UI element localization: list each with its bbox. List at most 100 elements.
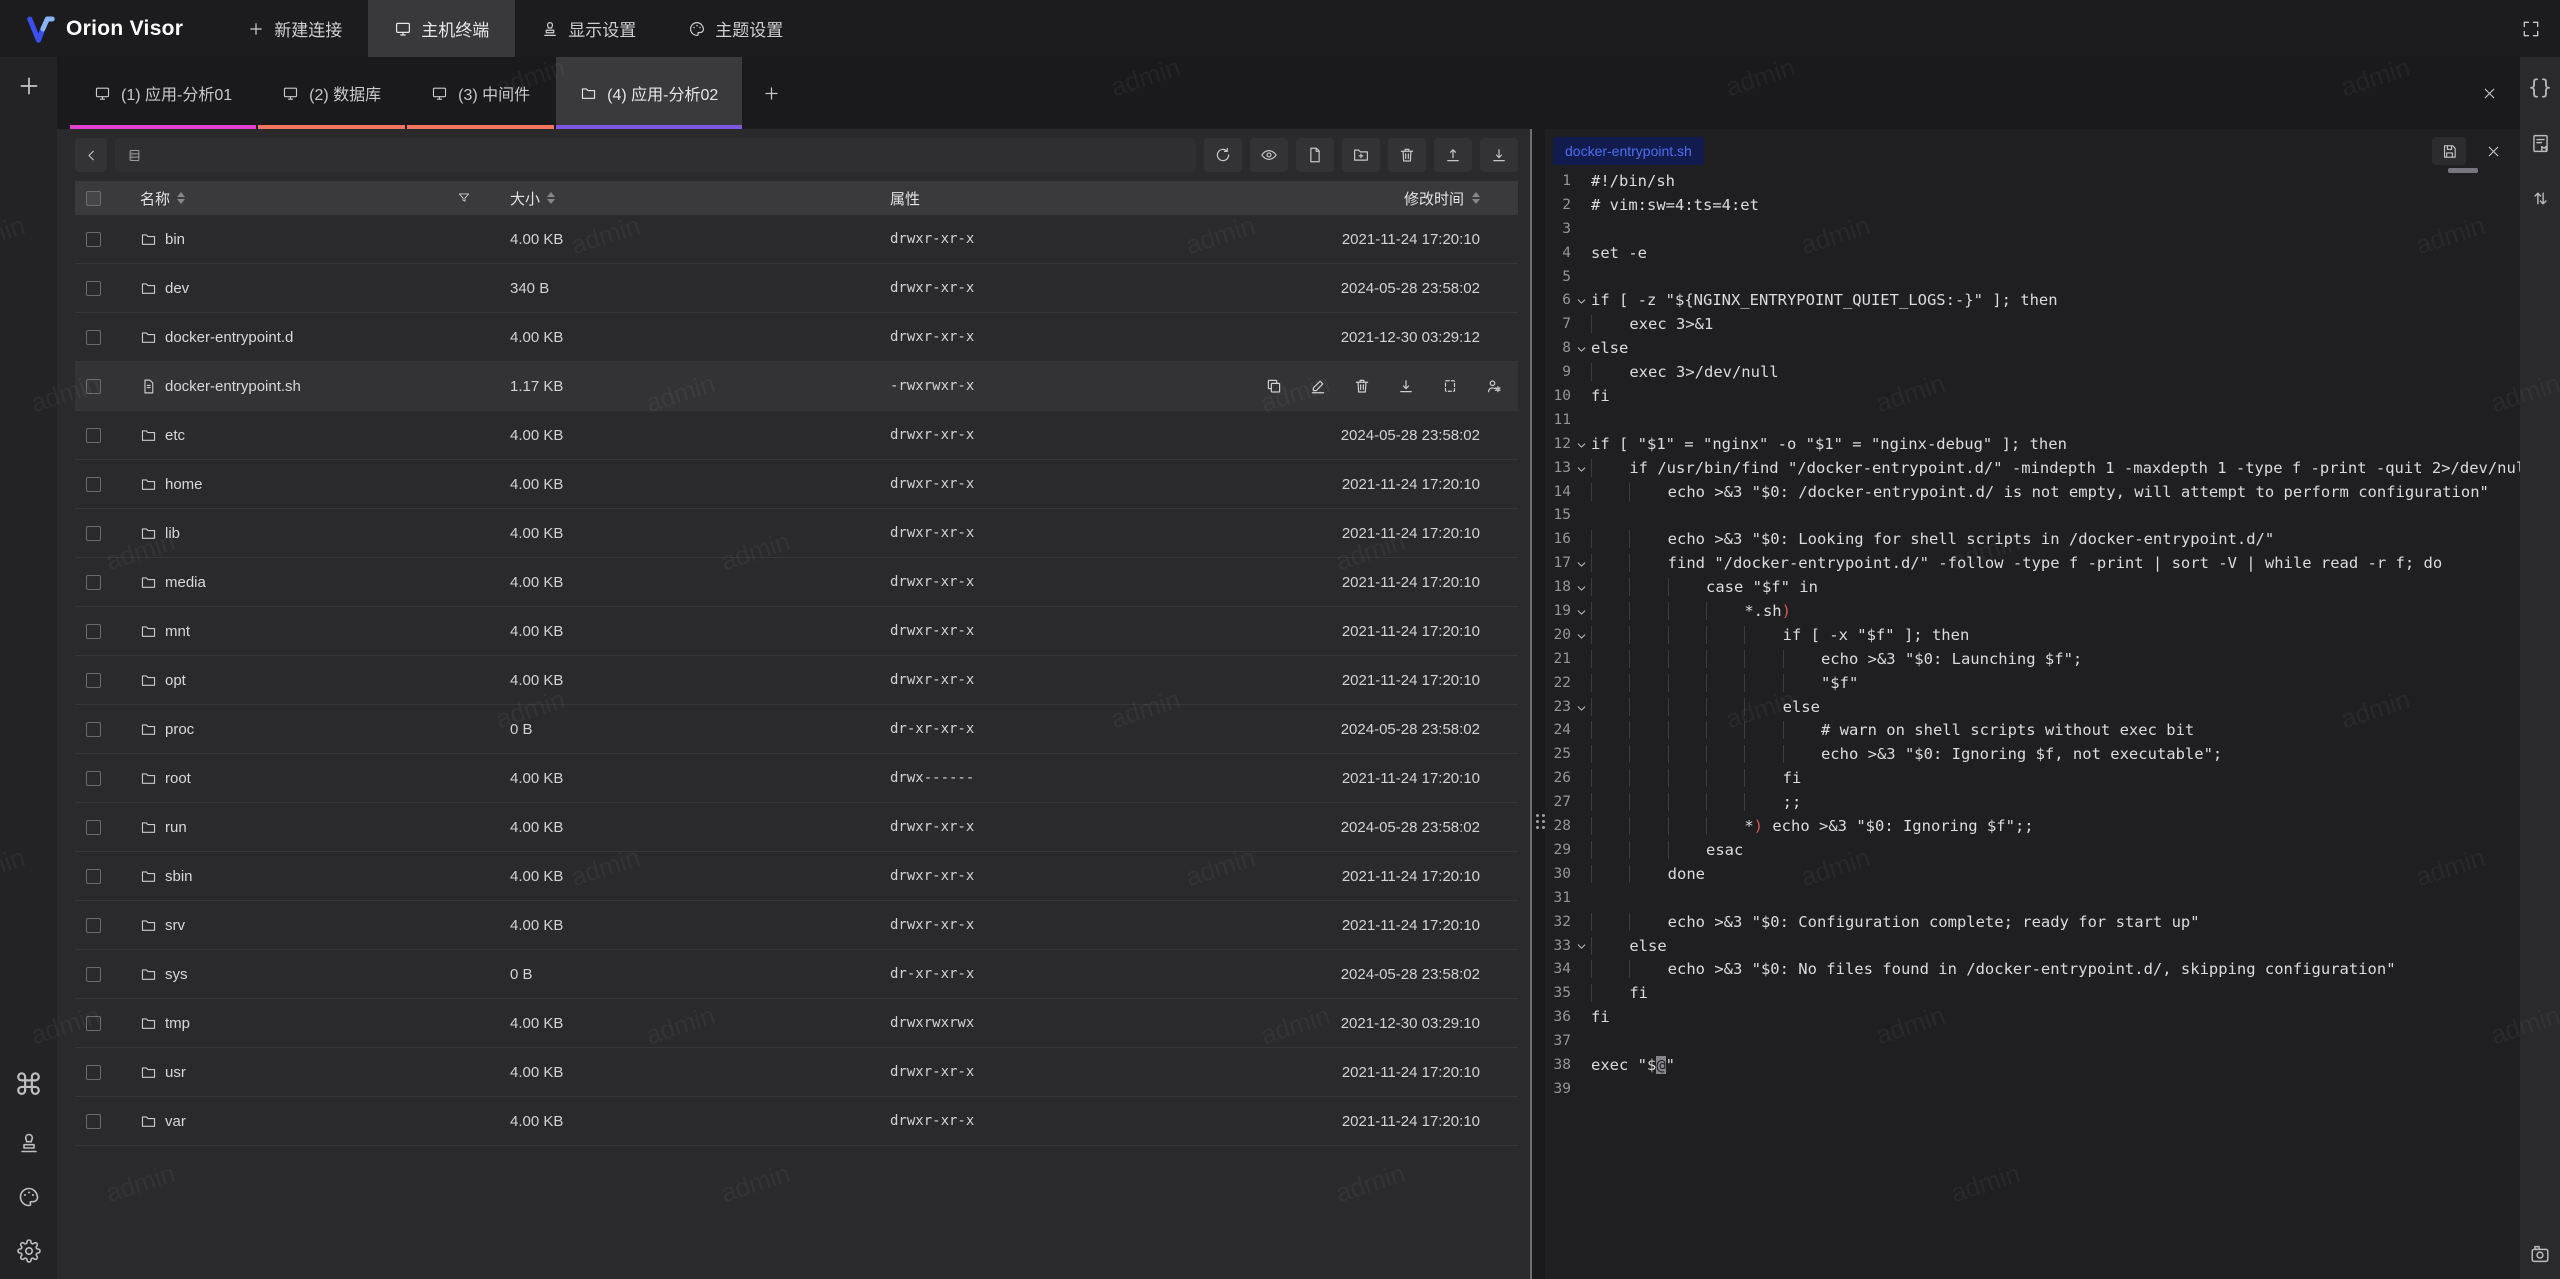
table-row[interactable]: etc4.00 KBdrwxr-xr-x2024-05-28 23:58:02 (75, 411, 1518, 460)
fold-toggle-icon (1571, 648, 1591, 672)
camera-icon[interactable] (2529, 1243, 2551, 1265)
row-checkbox[interactable] (86, 673, 101, 688)
sort-mtime-control[interactable] (1472, 192, 1480, 204)
code-editor[interactable]: 1#!/bin/sh2# vim:sw=4:ts=4:et3 4set -e5 … (1545, 167, 2520, 1279)
command-icon[interactable]: ⌘ (14, 1071, 44, 1101)
row-checkbox[interactable] (86, 379, 101, 394)
new-tab-rail-button[interactable] (16, 73, 42, 99)
code-line: 37 (1545, 1030, 2520, 1054)
row-checkbox[interactable] (86, 526, 101, 541)
nav-item-2[interactable]: 主机终端 (368, 0, 515, 57)
fold-toggle-icon[interactable] (1571, 935, 1591, 959)
fold-toggle-icon[interactable] (1571, 600, 1591, 624)
line-number: 33 (1545, 935, 1571, 959)
line-number: 8 (1545, 337, 1571, 361)
table-row[interactable]: dev340 Bdrwxr-xr-x2024-05-28 23:58:02 (75, 264, 1518, 313)
palette-icon[interactable] (17, 1185, 41, 1209)
session-tab-3[interactable]: (3) 中间件 (407, 57, 554, 129)
line-number: 23 (1545, 696, 1571, 720)
editor-scrollbar-thumb[interactable] (2448, 168, 2478, 173)
delete-button[interactable] (1388, 138, 1426, 172)
preview-button[interactable] (1250, 138, 1288, 172)
edit-button[interactable] (1309, 377, 1327, 395)
table-row[interactable]: srv4.00 KBdrwxr-xr-x2021-11-24 17:20:10 (75, 901, 1518, 950)
table-row[interactable]: root4.00 KBdrwx------2021-11-24 17:20:10 (75, 754, 1518, 803)
sort-name-control[interactable] (177, 192, 185, 204)
row-checkbox[interactable] (86, 722, 101, 737)
file-mode: drwxr-xr-x (880, 672, 1265, 688)
table-row[interactable]: mnt4.00 KBdrwxr-xr-x2021-11-24 17:20:10 (75, 607, 1518, 656)
row-checkbox[interactable] (86, 820, 101, 835)
table-row[interactable]: sys0 Bdr-xr-xr-x2024-05-28 23:58:02 (75, 950, 1518, 999)
row-checkbox[interactable] (86, 624, 101, 639)
row-checkbox[interactable] (86, 232, 101, 247)
upload-button[interactable] (1434, 138, 1472, 172)
session-tab-1[interactable]: (1) 应用-分析01 (70, 57, 256, 129)
table-row[interactable]: proc0 Bdr-xr-xr-x2024-05-28 23:58:02 (75, 705, 1518, 754)
fold-toggle-icon[interactable] (1571, 576, 1591, 600)
table-row[interactable]: bin4.00 KBdrwxr-xr-x2021-11-24 17:20:10 (75, 215, 1518, 264)
copy-button[interactable] (1265, 377, 1283, 395)
save-button[interactable] (2432, 137, 2466, 165)
row-checkbox[interactable] (86, 869, 101, 884)
path-input[interactable] (150, 147, 1184, 164)
session-tab-4[interactable]: (4) 应用-分析02 (556, 57, 742, 129)
fold-toggle-icon[interactable] (1571, 696, 1591, 720)
table-row[interactable]: docker-entrypoint.d4.00 KBdrwxr-xr-x2021… (75, 313, 1518, 362)
row-checkbox[interactable] (86, 918, 101, 933)
download-button[interactable] (1397, 377, 1415, 395)
select-all-checkbox[interactable] (86, 191, 101, 206)
table-row[interactable]: sbin4.00 KBdrwxr-xr-x2021-11-24 17:20:10 (75, 852, 1518, 901)
fold-toggle-icon[interactable] (1571, 337, 1591, 361)
table-row[interactable]: docker-entrypoint.sh1.17 KB-rwxrwxr-x (75, 362, 1518, 411)
refresh-button[interactable] (1204, 138, 1242, 172)
row-checkbox[interactable] (86, 575, 101, 590)
editor-close-button[interactable] (2476, 137, 2510, 165)
fold-toggle-icon[interactable] (1571, 433, 1591, 457)
fold-toggle-icon[interactable] (1571, 289, 1591, 313)
nav-item-4[interactable]: 主题设置 (662, 0, 809, 57)
table-row[interactable]: run4.00 KBdrwxr-xr-x2024-05-28 23:58:02 (75, 803, 1518, 852)
row-checkbox[interactable] (86, 330, 101, 345)
download-button[interactable] (1480, 138, 1518, 172)
fold-toggle-icon[interactable] (1571, 552, 1591, 576)
doc-bookmark-icon[interactable] (2530, 133, 2551, 154)
sort-size-control[interactable] (547, 192, 555, 204)
row-checkbox[interactable] (86, 1065, 101, 1080)
new-file-button[interactable] (1296, 138, 1334, 172)
fold-toggle-icon[interactable] (1571, 457, 1591, 481)
move-button[interactable] (1441, 377, 1459, 395)
permission-button[interactable] (1485, 377, 1503, 395)
table-row[interactable]: var4.00 KBdrwxr-xr-x2021-11-24 17:20:10 (75, 1097, 1518, 1146)
nav-item-3[interactable]: 显示设置 (515, 0, 662, 57)
table-row[interactable]: media4.00 KBdrwxr-xr-x2021-11-24 17:20:1… (75, 558, 1518, 607)
table-row[interactable]: home4.00 KBdrwxr-xr-x2021-11-24 17:20:10 (75, 460, 1518, 509)
nav-item-1[interactable]: 新建连接 (221, 0, 368, 57)
row-checkbox[interactable] (86, 967, 101, 982)
back-button[interactable] (75, 138, 107, 172)
session-tab-2[interactable]: (2) 数据库 (258, 57, 405, 129)
row-checkbox[interactable] (86, 1016, 101, 1031)
row-checkbox[interactable] (86, 281, 101, 296)
row-checkbox[interactable] (86, 1114, 101, 1129)
table-row[interactable]: usr4.00 KBdrwxr-xr-x2021-11-24 17:20:10 (75, 1048, 1518, 1097)
table-row[interactable]: lib4.00 KBdrwxr-xr-x2021-11-24 17:20:10 (75, 509, 1518, 558)
fullscreen-icon[interactable] (2514, 15, 2548, 43)
updown-icon[interactable] (2530, 188, 2551, 209)
add-tab-button[interactable] (742, 57, 801, 129)
panel-resize-divider[interactable] (1530, 129, 1545, 1279)
stamp-icon[interactable] (17, 1131, 41, 1155)
filter-icon[interactable] (457, 191, 471, 205)
row-checkbox[interactable] (86, 477, 101, 492)
braces-icon[interactable]: {} (2528, 77, 2552, 99)
row-checkbox[interactable] (86, 428, 101, 443)
gear-icon[interactable] (17, 1239, 41, 1263)
delete-button[interactable] (1353, 377, 1371, 395)
tabbar-close-icon[interactable] (2481, 57, 2520, 129)
table-row[interactable]: opt4.00 KBdrwxr-xr-x2021-11-24 17:20:10 (75, 656, 1518, 705)
new-folder-button[interactable] (1342, 138, 1380, 172)
table-row[interactable]: tmp4.00 KBdrwxrwxrwx2021-12-30 03:29:10 (75, 999, 1518, 1048)
fold-toggle-icon[interactable] (1571, 624, 1591, 648)
resize-handle[interactable] (1536, 814, 1545, 829)
row-checkbox[interactable] (86, 771, 101, 786)
